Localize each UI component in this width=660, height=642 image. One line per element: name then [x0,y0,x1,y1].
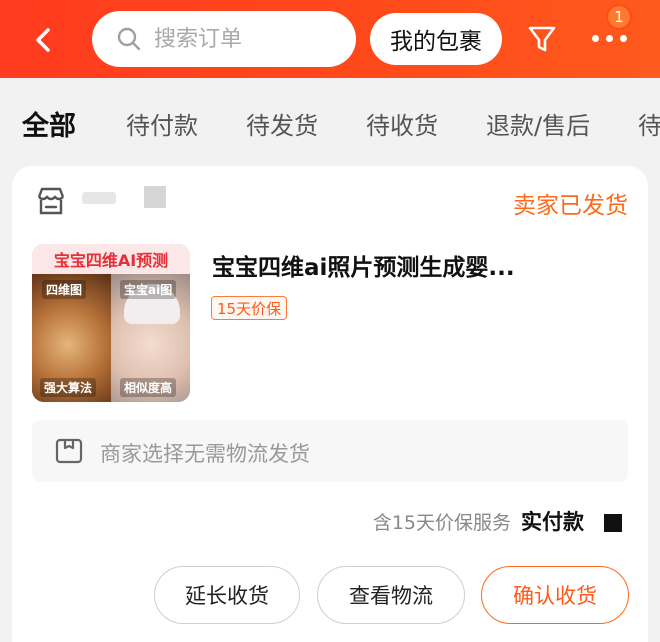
confirm-receipt-button[interactable]: 确认收货 [481,566,629,624]
tab-pending-review[interactable]: 待 [638,106,660,141]
product-image-label: 宝宝ai图 [120,280,177,299]
extend-receipt-button[interactable]: 延长收货 [154,566,300,624]
tab-refund-aftersale[interactable]: 退款/售后 [486,106,590,141]
more-dot-icon [592,35,599,42]
more-button[interactable] [592,28,628,48]
more-dot-icon [620,35,627,42]
paid-label: 实付款 [521,510,584,534]
tab-pending-shipment[interactable]: 待发货 [246,106,318,141]
order-card: 卖家已发货 宝宝四维AI预测 四维图 宝宝ai图 强大算法 相似度高 宝宝四维a… [12,166,648,642]
product-image-label: 四维图 [42,280,87,299]
tab-pending-receipt[interactable]: 待收货 [366,106,438,141]
package-box-icon [54,436,84,466]
back-arrow-icon [36,28,50,52]
notification-badge: 1 [606,4,632,30]
store-name-redacted[interactable] [82,184,166,210]
more-dot-icon [606,35,613,42]
price-guarantee-tag: 15天价保 [211,296,288,320]
product-title[interactable]: 宝宝四维ai照片预测生成婴... [212,248,592,282]
view-logistics-button[interactable]: 查看物流 [317,566,465,624]
search-input[interactable] [154,26,334,52]
order-status-tabs: 全部 待付款 待发货 待收货 退款/售后 待 [0,78,660,166]
price-summary: 含15天价保服务 实付款 [373,506,622,536]
search-box[interactable] [92,11,356,67]
my-packages-button[interactable]: 我的包裹 [370,13,502,65]
product-image[interactable]: 宝宝四维AI预测 四维图 宝宝ai图 强大算法 相似度高 [32,244,190,402]
price-note: 含15天价保服务 [372,511,511,534]
logistics-info[interactable]: 商家选择无需物流发货 [32,420,628,482]
filter-button[interactable] [526,22,558,56]
store-icon [34,184,68,218]
order-status: 卖家已发货 [513,193,628,219]
logistics-text: 商家选择无需物流发货 [100,442,310,466]
top-bar: 我的包裹 1 [0,0,660,78]
tab-pending-payment[interactable]: 待付款 [126,106,198,141]
back-button[interactable] [24,20,64,60]
search-icon [117,27,141,51]
product-image-label: 相似度高 [120,378,177,397]
paid-amount-redacted [588,508,622,534]
product-image-label: 强大算法 [40,378,97,397]
filter-icon [528,26,556,52]
product-image-banner: 宝宝四维AI预测 [32,244,190,274]
tab-all[interactable]: 全部 [22,104,76,143]
